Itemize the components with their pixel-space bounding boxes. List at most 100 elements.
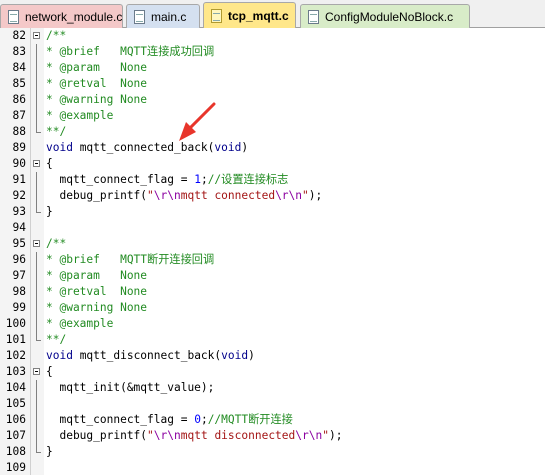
code-editor[interactable]: 82 /** 83 * @brief MQTT连接成功回调 84 * @param Non…	[0, 28, 545, 476]
fold-guide	[36, 172, 37, 188]
fold-guide	[36, 44, 37, 60]
line-number: 97	[12, 269, 26, 282]
fold-guide	[36, 204, 37, 212]
code-text: {	[46, 365, 53, 378]
code-text: mqtt_connect_flag = 0;//MQTT断开连接	[46, 413, 293, 426]
line-number: 94	[12, 221, 26, 234]
tab-label: network_module.c	[25, 9, 123, 24]
editor-tab-bar: network_module.c main.c tcp_mqtt.c Confi…	[0, 0, 545, 28]
line-number: 92	[12, 189, 26, 202]
tab-configmodulenoblock-c[interactable]: ConfigModuleNoBlock.c	[300, 4, 470, 28]
code-text: * @param None	[46, 61, 148, 74]
code-line[interactable]: 104 mqtt_init(&mqtt_value);	[0, 380, 545, 396]
fold-guide	[36, 92, 37, 108]
fold-guide	[36, 60, 37, 76]
line-number: 84	[12, 61, 26, 74]
code-line[interactable]: 88 **/	[0, 124, 545, 140]
code-line[interactable]: 100 * @example	[0, 316, 545, 332]
line-number: 107	[5, 429, 26, 442]
fold-collapse-icon[interactable]	[33, 32, 40, 39]
code-line[interactable]: 105	[0, 396, 545, 412]
code-line[interactable]: 101 **/	[0, 332, 545, 348]
line-number: 109	[5, 461, 26, 474]
fold-collapse-icon[interactable]	[33, 240, 40, 247]
code-line[interactable]: 86 * @warning None	[0, 92, 545, 108]
code-line[interactable]: 94	[0, 220, 545, 236]
code-line[interactable]: 87 * @example	[0, 108, 545, 124]
line-number: 99	[12, 301, 26, 314]
fold-guide	[36, 332, 37, 340]
tab-tcp-mqtt-c[interactable]: tcp_mqtt.c	[203, 2, 296, 28]
code-line[interactable]: 96 * @brief MQTT断开连接回调	[0, 252, 545, 268]
fold-guide	[36, 380, 37, 396]
code-text: {	[46, 157, 53, 170]
fold-guide-end	[36, 452, 41, 453]
fold-guide-end	[36, 212, 41, 213]
code-line[interactable]: 109	[0, 460, 545, 476]
line-number: 90	[12, 157, 26, 170]
code-line[interactable]: 82 /**	[0, 28, 545, 44]
line-number: 83	[12, 45, 26, 58]
code-line[interactable]: 90 {	[0, 156, 545, 172]
code-text: void mqtt_connected_back(void)	[46, 141, 249, 154]
fold-guide	[36, 252, 37, 268]
code-line[interactable]: 97 * @param None	[0, 268, 545, 284]
code-text: * @param None	[46, 269, 148, 282]
line-number: 108	[5, 445, 26, 458]
tab-main-c[interactable]: main.c	[126, 4, 200, 28]
code-text: }	[46, 445, 53, 458]
fold-collapse-icon[interactable]	[33, 160, 40, 167]
line-number: 93	[12, 205, 26, 218]
line-number: 103	[5, 365, 26, 378]
code-line[interactable]: 91 mqtt_connect_flag = 1;//设置连接标志	[0, 172, 545, 188]
code-line[interactable]: 107 debug_printf("\r\nmqtt disconnected\…	[0, 428, 545, 444]
code-text: * @warning None	[46, 301, 148, 314]
line-number: 88	[12, 125, 26, 138]
code-line[interactable]: 98 * @retval None	[0, 284, 545, 300]
code-text: **/	[46, 333, 67, 346]
c-file-icon	[8, 9, 19, 24]
code-line[interactable]: 83 * @brief MQTT连接成功回调	[0, 44, 545, 60]
line-number: 85	[12, 77, 26, 90]
code-text: /**	[46, 29, 67, 42]
code-line[interactable]: 84 * @param None	[0, 60, 545, 76]
code-text: * @warning None	[46, 93, 148, 106]
line-number: 106	[5, 413, 26, 426]
fold-guide	[36, 316, 37, 332]
code-text: }	[46, 205, 53, 218]
fold-guide	[36, 76, 37, 92]
code-line[interactable]: 108}	[0, 444, 545, 460]
code-text: /**	[46, 237, 67, 250]
code-text: * @example	[46, 109, 114, 122]
fold-guide	[36, 108, 37, 124]
code-line[interactable]: 89 void mqtt_connected_back(void)	[0, 140, 545, 156]
code-text: * @brief MQTT连接成功回调	[46, 45, 215, 58]
fold-collapse-icon[interactable]	[33, 368, 40, 375]
code-line[interactable]: 95 /**	[0, 236, 545, 252]
code-line[interactable]: 102 void mqtt_disconnect_back(void)	[0, 348, 545, 364]
line-number: 98	[12, 285, 26, 298]
code-line[interactable]: 93}	[0, 204, 545, 220]
code-text: debug_printf("\r\nmqtt disconnected\r\n"…	[46, 429, 343, 442]
code-text: debug_printf("\r\nmqtt connected\r\n");	[46, 189, 323, 202]
code-line[interactable]: 85 * @retval None	[0, 76, 545, 92]
fold-guide	[36, 124, 37, 132]
code-line[interactable]: 92 debug_printf("\r\nmqtt connected\r\n"…	[0, 188, 545, 204]
fold-guide	[36, 300, 37, 316]
line-number: 105	[5, 397, 26, 410]
fold-guide	[36, 444, 37, 452]
code-text: mqtt_connect_flag = 1;//设置连接标志	[46, 173, 289, 186]
code-line[interactable]: 103 {	[0, 364, 545, 380]
fold-guide-end	[36, 132, 41, 133]
line-number: 82	[12, 29, 26, 42]
fold-guide	[36, 428, 37, 444]
code-line[interactable]: 99 * @warning None	[0, 300, 545, 316]
code-text: * @example	[46, 317, 114, 330]
fold-guide	[36, 188, 37, 204]
c-file-icon	[211, 8, 222, 23]
tab-network-module-c[interactable]: network_module.c	[0, 4, 123, 28]
line-number: 96	[12, 253, 26, 266]
line-number: 102	[5, 349, 26, 362]
code-line[interactable]: 106 mqtt_connect_flag = 0;//MQTT断开连接	[0, 412, 545, 428]
code-text: * @retval None	[46, 285, 148, 298]
